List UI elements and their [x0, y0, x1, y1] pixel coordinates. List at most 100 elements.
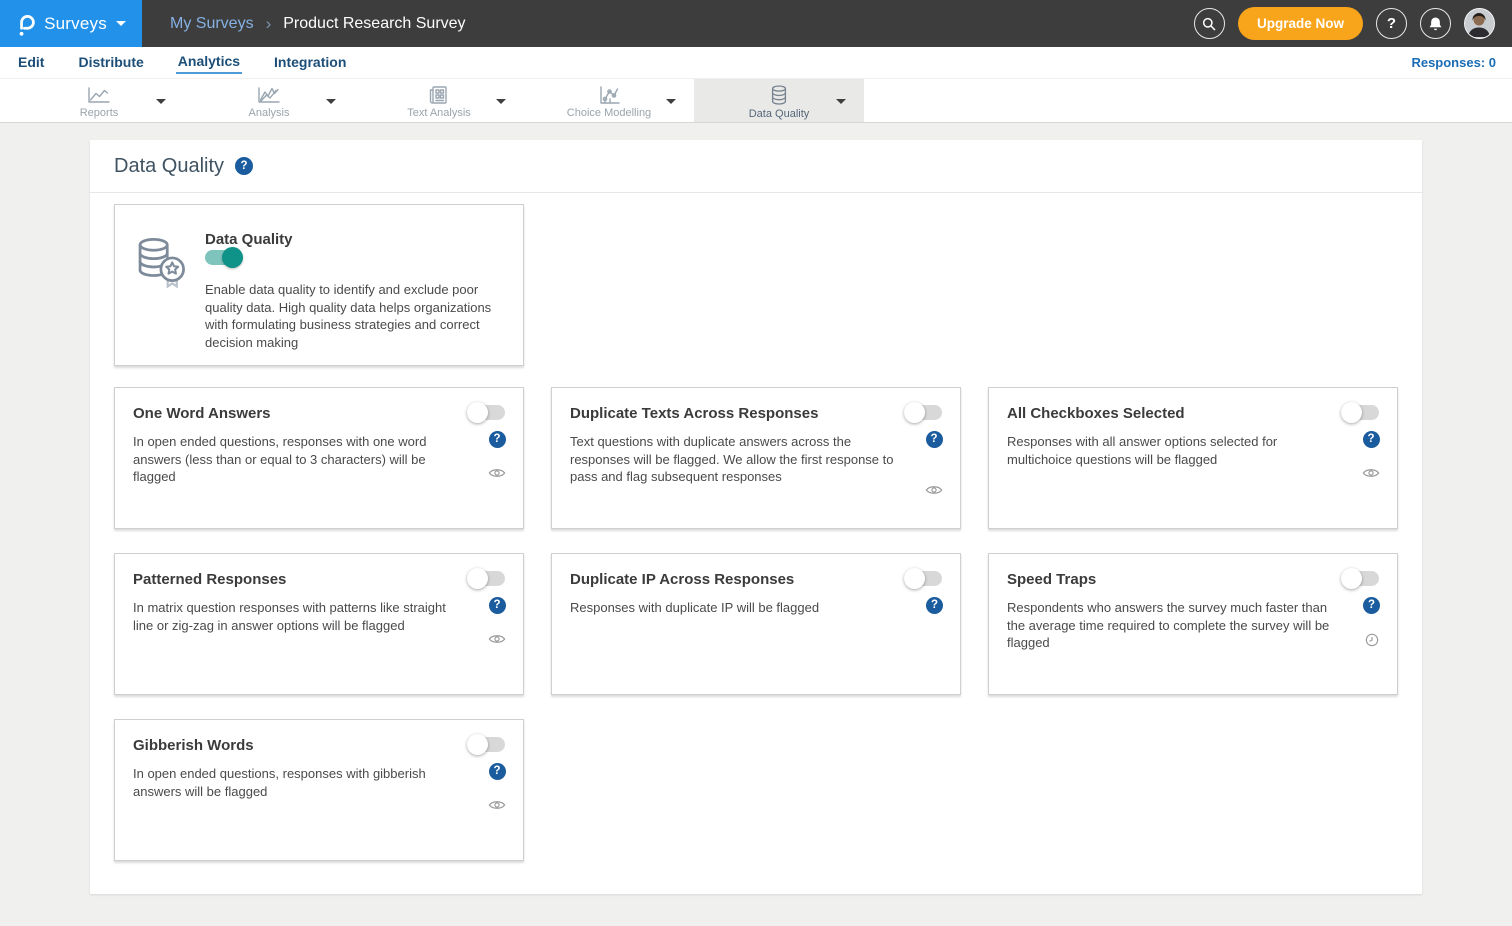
page-help-icon[interactable]: ?: [235, 157, 253, 175]
duplicate-ip-toggle[interactable]: [904, 571, 942, 586]
breadcrumb-separator-icon: ›: [266, 14, 272, 34]
chevron-down-icon[interactable]: [836, 99, 846, 104]
breadcrumb: My Surveys › Product Research Survey: [170, 14, 466, 34]
breadcrumb-current-survey: Product Research Survey: [283, 15, 465, 33]
surveys-app-switcher[interactable]: Surveys: [0, 0, 142, 47]
upgrade-now-button[interactable]: Upgrade Now: [1238, 7, 1363, 40]
toggle-knob: [1341, 568, 1362, 589]
card-title: Duplicate Texts Across Responses: [570, 405, 818, 422]
card-title: Duplicate IP Across Responses: [570, 571, 794, 588]
card-duplicate-ip: Duplicate IP Across Responses Responses …: [551, 553, 961, 695]
reports-icon: [86, 85, 112, 105]
duplicate-texts-toggle[interactable]: [904, 405, 942, 420]
tab-label: Choice Modelling: [567, 107, 651, 119]
chevron-down-icon[interactable]: [156, 99, 166, 104]
patterned-responses-toggle[interactable]: [467, 571, 505, 586]
responses-count[interactable]: Responses: 0: [1411, 55, 1496, 70]
chevron-down-icon[interactable]: [496, 99, 506, 104]
card-speed-traps: Speed Traps Respondents who answers the …: [988, 553, 1398, 695]
gibberish-words-toggle[interactable]: [467, 737, 505, 752]
eye-icon[interactable]: [488, 633, 506, 645]
topbar-actions: Upgrade Now ?: [1194, 7, 1512, 40]
product-name: Surveys: [44, 14, 107, 34]
card-description: Text questions with duplicate answers ac…: [570, 433, 942, 486]
toggle-knob: [904, 568, 925, 589]
card-one-word-answers: One Word Answers In open ended questions…: [114, 387, 524, 529]
toggle-knob: [1341, 402, 1362, 423]
toggle-knob: [467, 734, 488, 755]
eye-icon[interactable]: [925, 484, 943, 496]
tab-reports[interactable]: Reports: [14, 79, 184, 122]
nav-distribute[interactable]: Distribute: [76, 52, 145, 73]
tab-label: Reports: [80, 107, 119, 119]
toggle-knob: [904, 402, 925, 423]
card-description: Responses with duplicate IP will be flag…: [570, 599, 942, 617]
help-icon[interactable]: ?: [1363, 597, 1380, 614]
help-icon[interactable]: ?: [489, 763, 506, 780]
breadcrumb-my-surveys[interactable]: My Surveys: [170, 15, 254, 33]
help-icon[interactable]: ?: [926, 597, 943, 614]
card-gibberish-words: Gibberish Words In open ended questions,…: [114, 719, 524, 861]
one-word-answers-toggle[interactable]: [467, 405, 505, 420]
card-title: Patterned Responses: [133, 571, 286, 588]
card-title: One Word Answers: [133, 405, 271, 422]
chevron-down-icon[interactable]: [326, 99, 336, 104]
all-checkboxes-toggle[interactable]: [1341, 405, 1379, 420]
tab-label: Text Analysis: [407, 107, 471, 119]
nav-integration[interactable]: Integration: [272, 52, 348, 73]
survey-nav: Edit Distribute Analytics Integration Re…: [0, 47, 1512, 79]
tab-choice-modelling[interactable]: Choice Modelling: [524, 79, 694, 122]
clock-icon[interactable]: [1365, 633, 1379, 647]
page-title: Data Quality: [114, 155, 224, 178]
tab-analysis[interactable]: Analysis: [184, 79, 354, 122]
card-description: Respondents who answers the survey much …: [1007, 599, 1379, 652]
card-description: In open ended questions, responses with …: [133, 765, 505, 800]
help-button[interactable]: ?: [1376, 8, 1407, 39]
card-title: Speed Traps: [1007, 571, 1096, 588]
help-icon[interactable]: ?: [489, 431, 506, 448]
card-title: All Checkboxes Selected: [1007, 405, 1185, 422]
eye-icon[interactable]: [488, 467, 506, 479]
tab-data-quality[interactable]: Data Quality: [694, 79, 864, 122]
search-button[interactable]: [1194, 8, 1225, 39]
tab-text-analysis[interactable]: Text Analysis: [354, 79, 524, 122]
card-duplicate-texts: Duplicate Texts Across Responses Text qu…: [551, 387, 961, 529]
data-quality-badge-icon: [131, 235, 189, 365]
card-title: Gibberish Words: [133, 737, 254, 754]
analytics-toolbar: Reports Analysis Text Anal: [0, 79, 1512, 123]
card-description: In open ended questions, responses with …: [133, 433, 505, 486]
user-avatar[interactable]: [1464, 8, 1495, 39]
card-description: Responses with all answer options select…: [1007, 433, 1379, 468]
help-icon[interactable]: ?: [1363, 431, 1380, 448]
analysis-icon: [256, 85, 282, 105]
questionpro-logo-icon: [16, 10, 35, 37]
card-data-quality-master: Data Quality Enable data quality to iden…: [114, 204, 524, 366]
eye-icon[interactable]: [1362, 467, 1380, 479]
chevron-down-icon[interactable]: [666, 99, 676, 104]
data-quality-toggle[interactable]: [205, 250, 243, 265]
toggle-knob: [467, 568, 488, 589]
search-icon: [1201, 16, 1217, 32]
nav-analytics[interactable]: Analytics: [176, 51, 242, 74]
text-analysis-icon: [428, 85, 450, 105]
avatar-photo: [1465, 9, 1493, 37]
eye-icon[interactable]: [488, 799, 506, 811]
master-card-description: Enable data quality to identify and excl…: [205, 281, 497, 351]
tab-label: Analysis: [249, 107, 290, 119]
rules-grid: One Word Answers In open ended questions…: [114, 387, 1398, 861]
notifications-button[interactable]: [1420, 8, 1451, 39]
help-icon[interactable]: ?: [489, 597, 506, 614]
card-all-checkboxes: All Checkboxes Selected Responses with a…: [988, 387, 1398, 529]
panel-header: Data Quality ?: [90, 140, 1422, 193]
toggle-knob: [467, 402, 488, 423]
top-bar: Surveys My Surveys › Product Research Su…: [0, 0, 1512, 47]
card-description: In matrix question responses with patter…: [133, 599, 505, 634]
tab-label: Data Quality: [749, 108, 810, 120]
help-icon[interactable]: ?: [926, 431, 943, 448]
question-mark-icon: ?: [1387, 15, 1396, 32]
card-patterned-responses: Patterned Responses In matrix question r…: [114, 553, 524, 695]
speed-traps-toggle[interactable]: [1341, 571, 1379, 586]
panel-body: Data Quality Enable data quality to iden…: [90, 193, 1422, 894]
toggle-knob: [222, 247, 243, 268]
nav-edit[interactable]: Edit: [16, 52, 46, 73]
